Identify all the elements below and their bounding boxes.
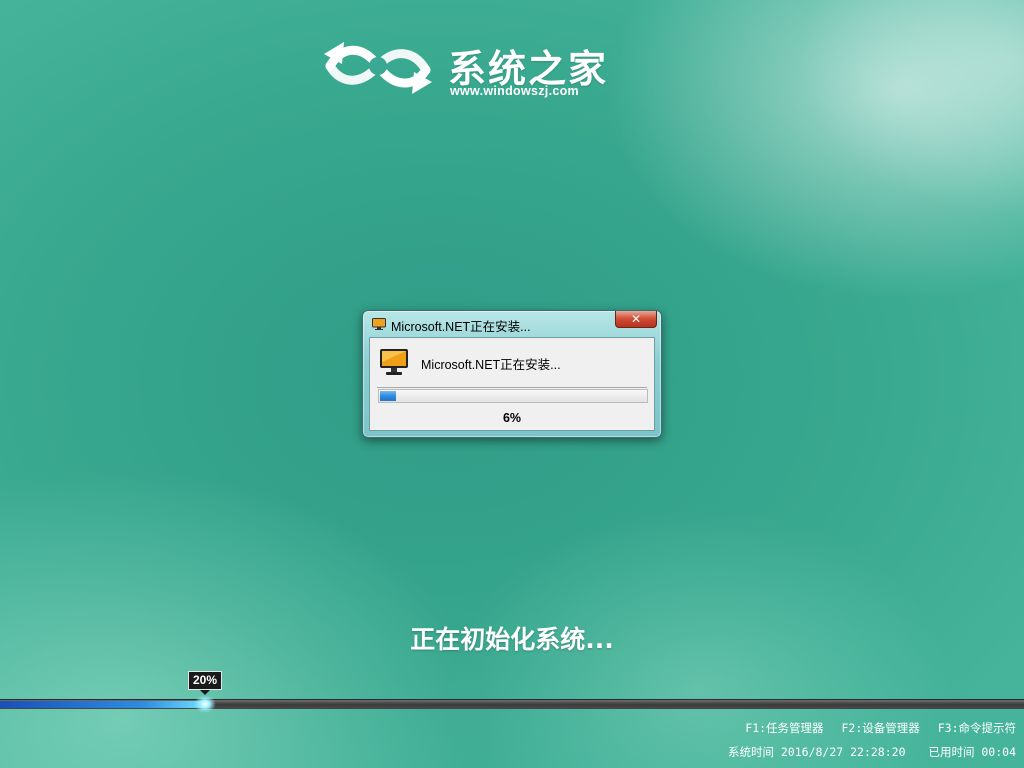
logo: 系统之家 www.windowszj.com (322, 36, 622, 106)
logo-url: www.windowszj.com (450, 84, 579, 98)
monitor-icon (380, 349, 408, 375)
infinity-arrows-logo-icon (324, 42, 432, 94)
dialog-progress-bar (378, 389, 648, 403)
hotkey-command-prompt[interactable]: F3:命令提示符 (938, 721, 1016, 735)
dialog-separator (377, 387, 647, 388)
dialog-message: Microsoft.NET正在安装... (421, 358, 561, 372)
elapsed-time: 已用时间 00:04 (928, 745, 1016, 759)
close-icon: ✕ (630, 312, 642, 326)
monitor-icon (372, 318, 386, 330)
dialog-progress-fill (380, 391, 396, 401)
hotkey-bar: F1:任务管理器 F2:设备管理器 F3:命令提示符 (734, 720, 1016, 736)
close-button[interactable]: ✕ (615, 311, 657, 328)
hotkey-task-manager[interactable]: F1:任务管理器 (745, 721, 823, 735)
install-dialog: Microsoft.NET正在安装... ✕ Microsoft.NET正在安装… (362, 310, 662, 438)
main-progress-label: 20% (187, 671, 223, 695)
system-time: 系统时间 2016/8/27 22:28:20 (727, 745, 906, 759)
time-bar: 系统时间 2016/8/27 22:28:20 已用时间 00:04 (712, 744, 1016, 760)
hotkey-device-manager[interactable]: F2:设备管理器 (842, 721, 920, 735)
dialog-body: Microsoft.NET正在安装... 6% (369, 337, 655, 431)
status-text: 正在初始化系统... (410, 625, 614, 654)
dialog-title: Microsoft.NET正在安装... (391, 320, 531, 334)
main-progress-glow (194, 695, 216, 713)
main-progress-fill (0, 701, 205, 708)
main-progress-bar (0, 695, 1024, 713)
dialog-progress-percent: 6% (502, 411, 522, 425)
